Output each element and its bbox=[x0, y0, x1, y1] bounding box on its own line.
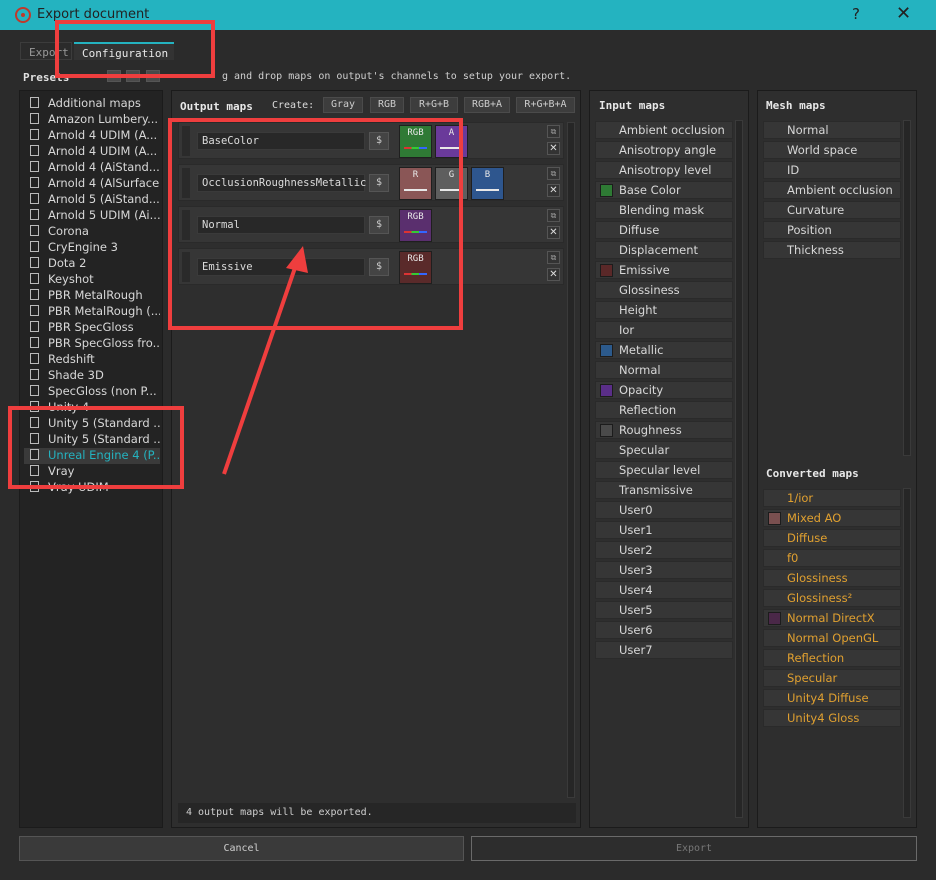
annotation-arrow bbox=[222, 246, 308, 475]
